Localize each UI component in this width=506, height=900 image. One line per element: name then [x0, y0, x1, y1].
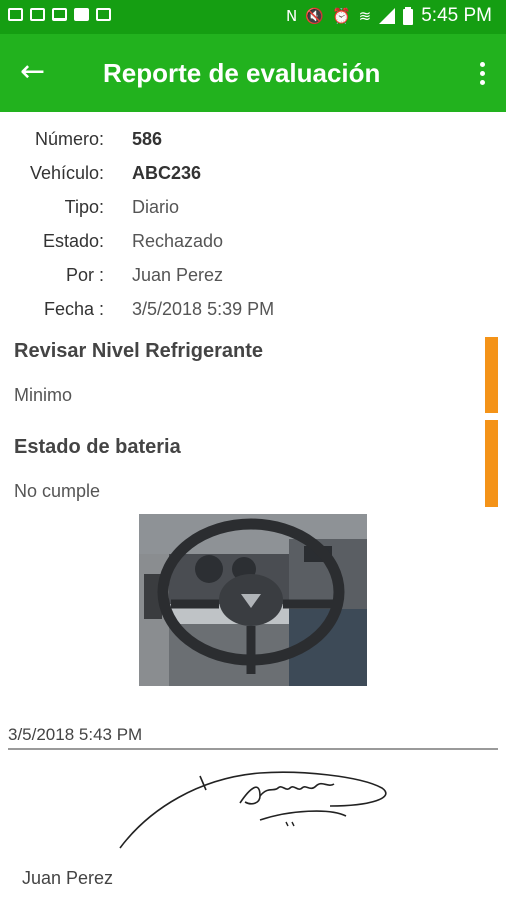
laptop-icon [52, 8, 67, 21]
field-vehiculo: Vehículo: ABC236 [0, 159, 506, 193]
field-fecha: Fecha : 3/5/2018 5:39 PM [0, 295, 506, 329]
item-value: No cumple [14, 481, 101, 501]
field-value: Juan Perez [132, 265, 224, 285]
field-label: Número: [34, 129, 104, 149]
page-title: Reporte de evaluación [103, 58, 381, 88]
field-por: Por : Juan Perez [0, 261, 506, 295]
field-label: Fecha : [43, 299, 104, 319]
report-info: Número: 586 Vehículo: ABC236 Tipo: Diari… [0, 125, 506, 329]
field-label: Vehículo: [29, 163, 104, 183]
item-status-indicator [485, 337, 498, 413]
field-value: ABC236 [132, 163, 202, 183]
signature-date: 3/5/2018 5:43 PM [8, 725, 143, 744]
field-label: Tipo: [64, 197, 104, 217]
field-numero: Número: 586 [0, 125, 506, 159]
field-value: 586 [132, 129, 163, 149]
evaluation-photo[interactable] [139, 514, 367, 686]
status-time: 5:45 PM [421, 5, 492, 26]
item-status-indicator [485, 420, 498, 507]
mute-icon: 🔇 [305, 7, 324, 25]
hd-icon [96, 8, 111, 21]
alarm-icon: ⏰ [331, 7, 351, 25]
divider [8, 748, 498, 750]
notification-icons [8, 8, 111, 21]
field-value: 3/5/2018 5:39 PM [132, 299, 275, 319]
field-value: Rechazado [132, 231, 224, 251]
nfc-icon: N [286, 7, 298, 25]
gallery-icon [8, 8, 23, 21]
signal-icon [379, 8, 396, 24]
wifi-icon: ≋ [358, 7, 372, 25]
more-vert-icon[interactable] [480, 62, 486, 89]
item-value: Minimo [14, 385, 73, 405]
youtube-icon [74, 8, 89, 21]
evaluation-item[interactable]: Estado de bateria No cumple [0, 420, 506, 511]
field-label: Estado: [42, 231, 104, 251]
battery-icon [403, 7, 414, 25]
arrow-back-icon[interactable]: ← [20, 54, 45, 90]
field-tipo: Tipo: Diario [0, 193, 506, 227]
signer-name: Juan Perez [22, 868, 114, 888]
field-value: Diario [132, 197, 180, 217]
field-label: Por : [65, 265, 104, 285]
evaluation-item[interactable]: Revisar Nivel Refrigerante Minimo [0, 337, 506, 415]
app-bar: ← Reporte de evaluación [0, 34, 506, 112]
signature-drawing [119, 771, 387, 849]
status-bar: N 🔇 ⏰ ≋ 5:45 PM [0, 0, 506, 34]
field-estado: Estado: Rechazado [0, 227, 506, 261]
item-title: Revisar Nivel Refrigerante [14, 340, 264, 362]
gmail-icon [30, 8, 45, 21]
item-title: Estado de bateria [14, 436, 181, 458]
